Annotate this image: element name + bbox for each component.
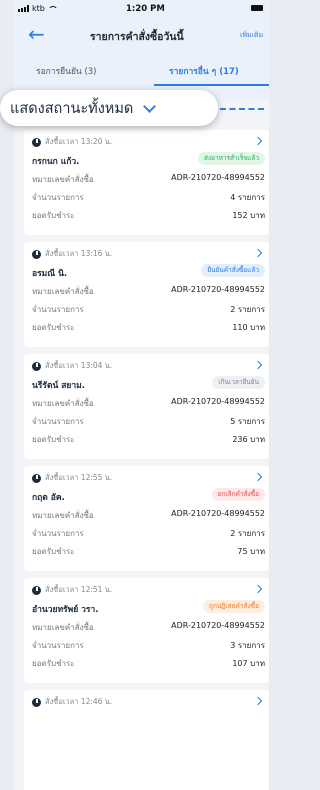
order-card[interactable]: สั่งซื้อเวลา 13:20 น. กรกนก แก้ว. ส่งอาห…: [24, 130, 269, 235]
order-time: สั่งซื้อเวลา 13:04 น.: [45, 361, 113, 370]
carrier-label: ktb: [32, 4, 45, 13]
item-count-value: 4 รายการ: [230, 193, 265, 202]
total-label: ยอดรับชำระ: [32, 323, 75, 332]
chevron-right-icon[interactable]: [253, 248, 263, 258]
chevron-right-icon[interactable]: [253, 472, 263, 482]
order-number-value: ADR-210720-48994552: [171, 285, 265, 294]
total-value: 152 บาท: [232, 211, 265, 220]
total-label: ยอดรับชำระ: [32, 435, 75, 444]
item-count-label: จำนวนรายการ: [32, 417, 84, 426]
order-number-label: หมายเลขคำสั่งซื้อ: [32, 511, 94, 520]
customer-name: อำนวยทรัพย์ วรา.: [32, 605, 99, 615]
page-title: รายการคำสั่งซื้อวันนี้: [90, 31, 184, 43]
battery-icon: [251, 5, 263, 11]
status-bar: ktb 1:20 PM: [14, 0, 269, 20]
order-time: สั่งซื้อเวลา 12:46 น.: [45, 697, 113, 706]
customer-name: กรกนก แก้ว.: [32, 157, 80, 167]
chevron-right-icon[interactable]: [253, 360, 263, 370]
item-count-label: จำนวนรายการ: [32, 529, 84, 538]
order-number-value: ADR-210720-48994552: [171, 397, 265, 406]
status-badge: ยืนยันคำสั่งซื้อแล้ว: [201, 264, 265, 277]
total-label: ยอดรับชำระ: [32, 659, 75, 668]
tab-pending-confirmation[interactable]: รอการยืนยัน (3): [36, 64, 96, 78]
clock-icon: [32, 361, 41, 371]
item-count-value: 2 รายการ: [230, 529, 265, 538]
status-left: ktb: [18, 4, 58, 13]
customer-name: นรีรัตน์ สยาม.: [32, 381, 86, 391]
status-badge: เกินเวลายืนยัน: [212, 376, 265, 389]
item-count-label: จำนวนรายการ: [32, 305, 84, 314]
order-time-row: สั่งซื้อเวลา 12:55 น.: [32, 472, 112, 484]
total-value: 236 บาท: [232, 435, 265, 444]
order-card[interactable]: สั่งซื้อเวลา 12:55 น. กฤต อัค. ยกเลิกคำส…: [24, 466, 269, 571]
order-number-label: หมายเลขคำสั่งซื้อ: [32, 623, 94, 632]
order-card[interactable]: สั่งซื้อเวลา 12:46 น. หมายเลขคำสั่งซื้อ …: [24, 690, 269, 790]
item-count-value: 3 รายการ: [230, 641, 265, 650]
order-card[interactable]: สั่งซื้อเวลา 13:16 น. อรมณี นิ. ยืนยันคำ…: [24, 242, 269, 347]
order-number-value: ADR-210720-48994552: [171, 621, 265, 630]
clock-icon: [32, 585, 41, 595]
header: ktb 1:20 PM ← รายการคำสั่งซื้อวันนี้ เพิ…: [14, 0, 269, 100]
order-time-row: สั่งซื้อเวลา 12:46 น.: [32, 696, 112, 708]
total-value: 107 บาท: [232, 659, 265, 668]
order-number-value: ADR-210720-48994552: [171, 173, 265, 182]
order-number-label: หมายเลขคำสั่งซื้อ: [32, 287, 94, 296]
dashed-connector: [220, 108, 264, 110]
clock-icon: [32, 697, 41, 707]
order-time-row: สั่งซื้อเวลา 13:04 น.: [32, 360, 112, 372]
clock-icon: [32, 249, 41, 259]
status-badge: ถูกปฏิเสธคำสั่งซื้อ: [203, 600, 265, 613]
status-badge: ส่งอาหารสำเร็จแล้ว: [197, 152, 265, 165]
tab-other-orders[interactable]: รายการอื่น ๆ (17): [169, 64, 239, 78]
tab-bar: รอการยืนยัน (3) รายการอื่น ๆ (17): [14, 64, 269, 86]
signal-icon: [18, 5, 29, 12]
total-label: ยอดรับชำระ: [32, 547, 75, 556]
wifi-icon: [47, 5, 58, 13]
back-arrow-icon[interactable]: ←: [28, 24, 50, 44]
clock-icon: [32, 473, 41, 483]
clock-icon: [32, 137, 41, 147]
customer-name: กฤต อัค.: [32, 493, 65, 503]
order-time: สั่งซื้อเวลา 12:55 น.: [45, 473, 113, 482]
nav-bar: ← รายการคำสั่งซื้อวันนี้ เพิ่มเติม: [14, 20, 269, 50]
order-card[interactable]: สั่งซื้อเวลา 12:51 น. อำนวยทรัพย์ วรา. ถ…: [24, 578, 269, 683]
order-time-row: สั่งซื้อเวลา 13:16 น.: [32, 248, 112, 260]
order-number-label: หมายเลขคำสั่งซื้อ: [32, 399, 94, 408]
order-number-label: หมายเลขคำสั่งซื้อ: [32, 175, 94, 184]
total-value: 110 บาท: [232, 323, 265, 332]
chevron-right-icon[interactable]: [253, 136, 263, 146]
status-filter-label: แสดงสถานะทั้งหมด: [10, 100, 134, 117]
item-count-value: 5 รายการ: [230, 417, 265, 426]
chevron-right-icon[interactable]: [253, 696, 263, 706]
status-filter-dropdown[interactable]: แสดงสถานะทั้งหมด: [0, 90, 218, 126]
order-time: สั่งซื้อเวลา 13:16 น.: [45, 249, 113, 258]
total-label: ยอดรับชำระ: [32, 211, 75, 220]
order-time: สั่งซื้อเวลา 13:20 น.: [45, 137, 113, 146]
item-count-value: 2 รายการ: [230, 305, 265, 314]
customer-name: อรมณี นิ.: [32, 269, 68, 279]
order-number-value: ADR-210720-48994552: [171, 509, 265, 518]
item-count-label: จำนวนรายการ: [32, 193, 84, 202]
chevron-down-icon: [143, 99, 157, 113]
order-time-row: สั่งซื้อเวลา 13:20 น.: [32, 136, 112, 148]
add-more-button[interactable]: เพิ่มเติม: [240, 30, 263, 41]
order-card[interactable]: สั่งซื้อเวลา 13:04 น. นรีรัตน์ สยาม. เกิ…: [24, 354, 269, 459]
order-time: สั่งซื้อเวลา 12:51 น.: [45, 585, 113, 594]
chevron-right-icon[interactable]: [253, 584, 263, 594]
active-tab-indicator: [154, 84, 269, 86]
status-badge: ยกเลิกคำสั่งซื้อ: [211, 488, 265, 501]
order-time-row: สั่งซื้อเวลา 12:51 น.: [32, 584, 112, 596]
status-time: 1:20 PM: [126, 4, 165, 14]
total-value: 75 บาท: [237, 547, 265, 556]
item-count-label: จำนวนรายการ: [32, 641, 84, 650]
